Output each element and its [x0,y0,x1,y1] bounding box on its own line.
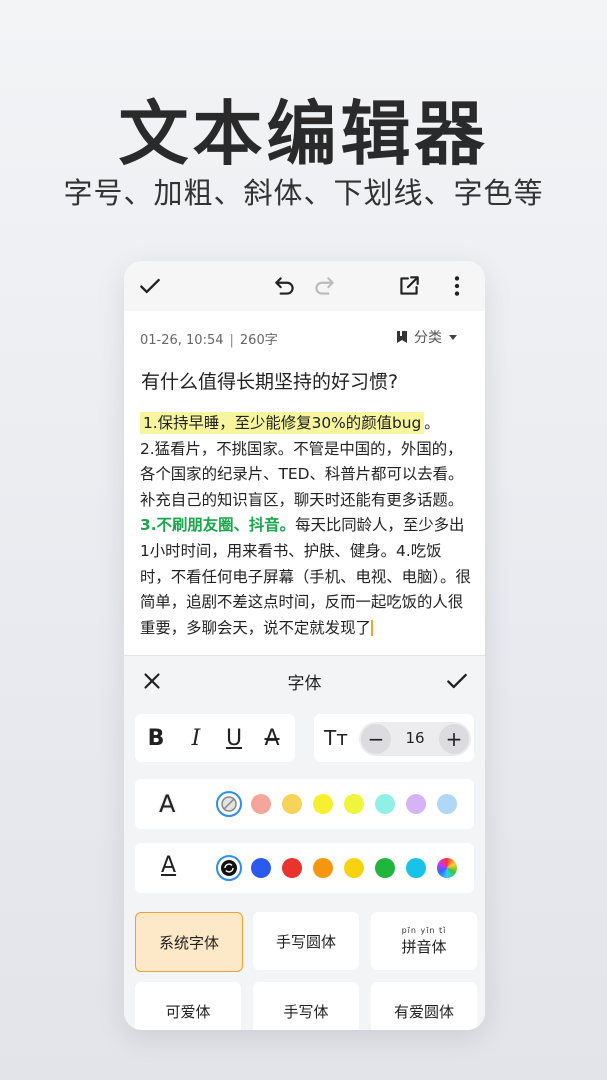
highlight-color-swatch[interactable] [344,794,364,814]
highlight-color-swatch[interactable] [282,794,302,814]
highlight-color-swatch[interactable] [251,794,271,814]
redo-icon[interactable] [311,273,337,299]
font-option-text: 手写体 [283,1002,329,1021]
note-timestamp: 01-26, 10:54 [140,333,224,348]
category-dropdown[interactable]: 分类 [395,327,459,347]
note-word-count: 260字 [239,333,278,348]
font-option-text: 手写圆体 [275,932,336,951]
note-body[interactable]: 1.保持早睡，至少能修复30%的颜值bug。 2.猛看片，不挑国家。不管是中国的… [140,411,472,651]
font-panel: 字体 B I U A Tт − 16 + A A 系统字体 手写圆体 pīn y… [124,655,485,1030]
paragraph-3: 每天比同龄人，至少多出1小时时间，用来看书、护肤、健身。4.吃饭时，不看任何电子… [140,516,471,637]
confirm-check-icon[interactable] [444,668,470,694]
font-option-label: 手写圆体 [276,931,336,952]
size-value: 16 [405,729,425,747]
font-size-icon: Tт [324,726,348,750]
text-cursor [370,620,373,637]
text-color-swatch[interactable] [251,858,271,878]
text-color-swatch[interactable] [313,858,333,878]
undo-icon[interactable] [272,273,298,299]
text-color-swatch[interactable] [406,858,426,878]
pinyin-annotation: pīn yīn tǐ [401,925,447,935]
font-size-stepper: − 16 + [359,722,471,756]
highlight-color-swatch[interactable] [375,794,395,814]
font-option-label: 有爱圆体 [394,1001,454,1022]
auto-color-swatch[interactable] [216,855,242,881]
no-color-swatch[interactable] [216,791,242,817]
text-style-group: B I U A [135,714,295,762]
font-option[interactable]: 手写圆体 [253,912,359,970]
category-label: 分类 [414,330,442,346]
note-meta: 01-26, 10:54 | 260字 [140,333,278,348]
font-option[interactable]: pīn yīn tǐ 拼音体 [371,912,477,970]
custom-color-swatch[interactable] [437,858,457,878]
size-minus-button[interactable]: − [361,724,391,754]
font-option[interactable]: 系统字体 [135,912,243,972]
highlighted-text: 1.保持早睡，至少能修复30%的颜值bug [140,412,425,434]
share-icon[interactable] [396,273,422,299]
font-panel-header: 字体 [124,656,485,706]
text-color-row: A [135,843,474,893]
highlight-color-swatch[interactable] [406,794,426,814]
phone-screen: 01-26, 10:54 | 260字 分类 有什么值得长期坚持的好习惯? 1.保持… [124,261,485,1030]
no-color-icon [221,796,237,812]
font-option[interactable]: 有爱圆体 [371,982,477,1030]
size-plus-button[interactable]: + [439,724,469,754]
caret-down-icon [449,335,457,340]
font-option-text: 系统字体 [158,933,219,952]
font-option-label: 系统字体 [159,932,219,953]
bold-button[interactable]: B [137,714,175,762]
font-size-group: Tт − 16 + [314,714,474,762]
font-option-label: 可爱体 [165,1001,210,1022]
text-span: 。 [424,414,440,432]
hero-subtitle: 字号、加粗、斜体、下划线、字色等 [63,176,544,210]
font-option-label: 手写体 [283,1001,328,1022]
font-panel-title: 字体 [287,674,322,694]
highlight-color-row: A [135,779,474,829]
text-color-swatch[interactable] [375,858,395,878]
text-color-icon: A [161,853,177,878]
strikethrough-button[interactable]: A [253,714,291,762]
font-option[interactable]: 手写体 [253,982,359,1030]
editor-toolbar [124,261,485,311]
note-title[interactable]: 有什么值得长期坚持的好习惯? [141,367,398,394]
category-icon [397,331,407,343]
highlight-color-swatch[interactable] [437,794,457,814]
auto-color-icon [221,860,237,876]
font-option-text: 可爱体 [165,1002,211,1021]
underline-button[interactable]: U [215,714,253,762]
italic-button[interactable]: I [177,714,215,762]
more-vertical-icon[interactable] [444,273,470,299]
font-option-text: 有爱圆体 [393,1002,454,1021]
paragraph-2: 2.猛看片，不挑国家。不管是中国的，外国的，各个国家的纪录片、TED、科普片都可… [140,439,464,509]
check-icon[interactable] [137,273,163,299]
font-option[interactable]: 可爱体 [135,982,241,1030]
hero-title: 文本编辑器 [118,93,489,175]
font-option-label: pīn yīn tǐ 拼音体 [401,926,446,957]
bold-green-text: 3.不刷朋友圈、抖音。 [140,516,296,535]
font-option-text: 拼音体 [401,937,447,956]
text-color-swatch[interactable] [282,858,302,878]
text-color-swatch[interactable] [344,858,364,878]
highlight-color-icon: A [159,790,176,818]
highlight-color-swatch[interactable] [313,794,333,814]
